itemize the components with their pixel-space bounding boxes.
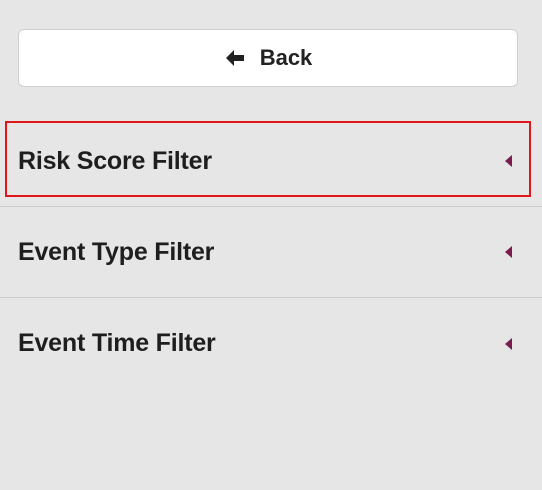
caret-left-icon (505, 246, 512, 258)
menu-item-event-type-filter[interactable]: Event Type Filter (0, 207, 542, 298)
filter-panel: Back Risk Score Filter Event Type Filter… (0, 0, 542, 490)
back-button-content: Back (224, 45, 313, 71)
filter-menu: Risk Score Filter Event Type Filter Even… (0, 116, 542, 389)
menu-item-label: Event Time Filter (18, 329, 216, 357)
menu-item-label: Event Type Filter (18, 237, 215, 266)
menu-item-label: Risk Score Filter (18, 146, 212, 175)
back-button-label: Back (259, 45, 313, 70)
back-button[interactable]: Back (18, 29, 518, 87)
caret-left-icon (505, 155, 512, 167)
menu-item-event-time-filter[interactable]: Event Time Filter (0, 298, 542, 389)
arrow-left-icon (224, 47, 246, 69)
menu-item-risk-score-filter[interactable]: Risk Score Filter (0, 116, 542, 207)
caret-left-icon (505, 337, 512, 350)
